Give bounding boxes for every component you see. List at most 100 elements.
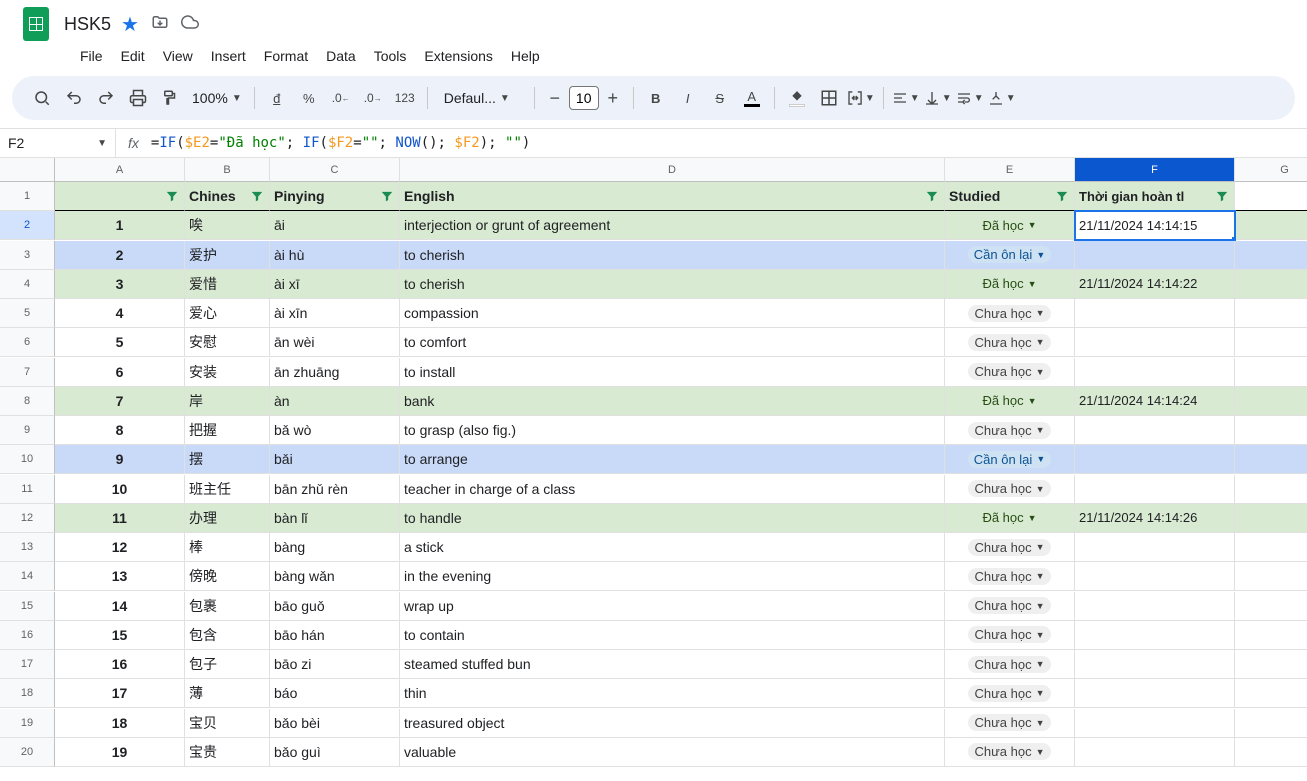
cell-E3[interactable]: Cần ôn lại ▼: [945, 241, 1075, 270]
cell-D12[interactable]: to handle: [400, 504, 945, 533]
cell-A10[interactable]: 9: [55, 445, 185, 474]
cell-E7[interactable]: Chưa học ▼: [945, 358, 1075, 387]
row-header-7[interactable]: 7: [0, 358, 55, 387]
cell-D17[interactable]: steamed stuffed bun: [400, 650, 945, 679]
row-header-12[interactable]: 12: [0, 504, 55, 533]
cell-G5[interactable]: [1235, 299, 1307, 328]
row-header-11[interactable]: 11: [0, 475, 55, 504]
cell-G19[interactable]: [1235, 709, 1307, 738]
cell-E17[interactable]: Chưa học ▼: [945, 650, 1075, 679]
row-header-5[interactable]: 5: [0, 299, 55, 328]
cell-D2[interactable]: interjection or grunt of agreement: [400, 211, 945, 240]
cell-D3[interactable]: to cherish: [400, 241, 945, 270]
status-chip[interactable]: Đã học ▼: [976, 217, 1042, 234]
cell-D18[interactable]: thin: [400, 679, 945, 708]
cell-G7[interactable]: [1235, 358, 1307, 387]
cell-C5[interactable]: ài xīn: [270, 299, 400, 328]
cell-B16[interactable]: 包含: [185, 621, 270, 650]
row-header-9[interactable]: 9: [0, 416, 55, 445]
row-header-3[interactable]: 3: [0, 241, 55, 270]
decimal-decrease-icon[interactable]: .0←: [327, 84, 355, 112]
cell-E4[interactable]: Đã học ▼: [945, 270, 1075, 299]
percent-icon[interactable]: %: [295, 84, 323, 112]
filter-icon[interactable]: [379, 188, 395, 204]
status-chip[interactable]: Chưa học ▼: [968, 422, 1050, 439]
cell-E5[interactable]: Chưa học ▼: [945, 299, 1075, 328]
fill-color-icon[interactable]: [783, 84, 811, 112]
cell-G14[interactable]: [1235, 562, 1307, 591]
cell-F18[interactable]: [1075, 679, 1235, 708]
rotate-icon[interactable]: ▼: [988, 84, 1016, 112]
font-size-input[interactable]: [569, 86, 599, 110]
cell-D11[interactable]: teacher in charge of a class: [400, 475, 945, 504]
status-chip[interactable]: Đã học ▼: [976, 392, 1042, 409]
cell-C11[interactable]: bān zhǔ rèn: [270, 475, 400, 504]
cell-D13[interactable]: a stick: [400, 533, 945, 562]
cell-B3[interactable]: 爱护: [185, 241, 270, 270]
cell-E14[interactable]: Chưa học ▼: [945, 562, 1075, 591]
status-chip[interactable]: Chưa học ▼: [968, 480, 1050, 497]
cell-F16[interactable]: [1075, 621, 1235, 650]
row-header-13[interactable]: 13: [0, 533, 55, 562]
doc-title[interactable]: HSK5: [64, 14, 111, 35]
status-chip[interactable]: Chưa học ▼: [968, 685, 1050, 702]
row-header-4[interactable]: 4: [0, 270, 55, 299]
cell-E18[interactable]: Chưa học ▼: [945, 679, 1075, 708]
cell-C9[interactable]: bǎ wò: [270, 416, 400, 445]
move-icon[interactable]: [151, 13, 169, 36]
cell-A7[interactable]: 6: [55, 358, 185, 387]
cell-B13[interactable]: 棒: [185, 533, 270, 562]
currency-icon[interactable]: đ: [263, 84, 291, 112]
menu-edit[interactable]: Edit: [113, 44, 153, 68]
row-header-2[interactable]: 2: [0, 211, 55, 240]
cell-D9[interactable]: to grasp (also fig.): [400, 416, 945, 445]
filter-icon[interactable]: [164, 188, 180, 204]
cell-G3[interactable]: [1235, 241, 1307, 270]
cell-E11[interactable]: Chưa học ▼: [945, 475, 1075, 504]
cell-C18[interactable]: báo: [270, 679, 400, 708]
cell-E10[interactable]: Cần ôn lại ▼: [945, 445, 1075, 474]
cell-C20[interactable]: bǎo guì: [270, 738, 400, 767]
row-header-14[interactable]: 14: [0, 562, 55, 591]
cell-B6[interactable]: 安慰: [185, 328, 270, 357]
cell-F4[interactable]: 21/11/2024 14:14:22: [1075, 270, 1235, 299]
cell-E16[interactable]: Chưa học ▼: [945, 621, 1075, 650]
cell-A20[interactable]: 19: [55, 738, 185, 767]
cell-C15[interactable]: bāo guǒ: [270, 592, 400, 621]
row-header-17[interactable]: 17: [0, 650, 55, 679]
cell-B20[interactable]: 宝贵: [185, 738, 270, 767]
cell-D14[interactable]: in the evening: [400, 562, 945, 591]
cell-G16[interactable]: [1235, 621, 1307, 650]
cell-A17[interactable]: 16: [55, 650, 185, 679]
row-header-15[interactable]: 15: [0, 592, 55, 621]
cell-D16[interactable]: to contain: [400, 621, 945, 650]
cell-A12[interactable]: 11: [55, 504, 185, 533]
col-header-C[interactable]: C: [270, 158, 400, 182]
cell-F2[interactable]: 21/11/2024 14:14:15: [1075, 211, 1235, 240]
row-header-8[interactable]: 8: [0, 387, 55, 416]
cell-C7[interactable]: ān zhuāng: [270, 358, 400, 387]
italic-icon[interactable]: I: [674, 84, 702, 112]
row-header-10[interactable]: 10: [0, 445, 55, 474]
cell-B18[interactable]: 薄: [185, 679, 270, 708]
header-cell-E[interactable]: Studied: [945, 182, 1075, 211]
cell-G6[interactable]: [1235, 328, 1307, 357]
cell-D7[interactable]: to install: [400, 358, 945, 387]
cell-F8[interactable]: 21/11/2024 14:14:24: [1075, 387, 1235, 416]
cell-C14[interactable]: bàng wǎn: [270, 562, 400, 591]
star-icon[interactable]: ★: [121, 12, 139, 37]
cell-G10[interactable]: [1235, 445, 1307, 474]
cell-A5[interactable]: 4: [55, 299, 185, 328]
cell-B8[interactable]: 岸: [185, 387, 270, 416]
col-header-A[interactable]: A: [55, 158, 185, 182]
cell-A6[interactable]: 5: [55, 328, 185, 357]
cell-D19[interactable]: treasured object: [400, 709, 945, 738]
cell-E12[interactable]: Đã học ▼: [945, 504, 1075, 533]
cell-D15[interactable]: wrap up: [400, 592, 945, 621]
status-chip[interactable]: Chưa học ▼: [968, 656, 1050, 673]
cell-C6[interactable]: ān wèi: [270, 328, 400, 357]
header-cell-A[interactable]: [55, 182, 185, 211]
menu-help[interactable]: Help: [503, 44, 548, 68]
cell-B11[interactable]: 班主任: [185, 475, 270, 504]
header-cell-F[interactable]: Thời gian hoàn tl: [1075, 182, 1235, 211]
